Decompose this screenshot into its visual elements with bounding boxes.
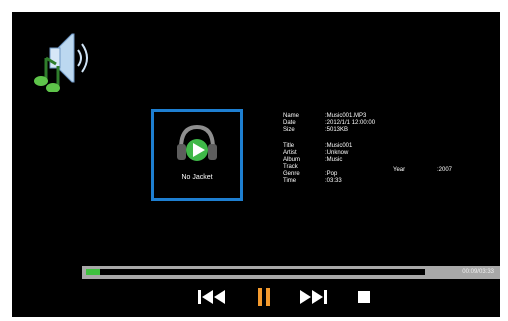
info-key-album: Album [283, 157, 301, 163]
previous-button[interactable] [196, 286, 230, 308]
info-value-artist: :Unknow [325, 150, 349, 156]
info-key-year: Year [393, 167, 406, 173]
info-value-name: :Music001.MP3 [325, 113, 367, 119]
next-button[interactable] [296, 286, 330, 308]
album-jacket: No Jacket [151, 109, 243, 201]
info-value-year: :2007 [437, 167, 453, 173]
progress-bar[interactable]: 00:09/03:33 [82, 266, 500, 279]
info-value-size: :5013KB [325, 127, 349, 133]
headphones-play-icon [177, 124, 217, 161]
info-key-title: Title [283, 143, 295, 149]
info-key-name: Name [283, 113, 300, 119]
pause-icon [258, 288, 270, 306]
info-value-album: :Music [325, 157, 343, 163]
info-key-time: Time [283, 178, 297, 184]
pause-button[interactable] [252, 286, 276, 308]
info-value-time: :03:33 [325, 178, 342, 184]
info-key-genre: Genre [283, 171, 300, 177]
skip-next-icon [300, 290, 327, 304]
info-value-genre: :Pop [325, 171, 338, 177]
progress-fill [86, 269, 100, 275]
info-key-date: Date [283, 120, 296, 126]
info-value-date: :2012/1/1 12:00:00 [325, 120, 376, 126]
skip-previous-icon [198, 290, 225, 304]
progress-track[interactable] [86, 269, 425, 275]
time-readout: 00:09/03:33 [462, 269, 494, 275]
music-speaker-icon [32, 28, 96, 93]
no-jacket-label: No Jacket [181, 174, 213, 181]
stop-button[interactable] [354, 286, 374, 308]
stop-icon [358, 291, 370, 303]
info-key-size: Size [283, 127, 295, 133]
info-key-artist: Artist [283, 150, 297, 156]
info-key-track: Track [283, 164, 298, 170]
media-player-screen: No Jacket Name :Music001.MP3 Date :2012/… [12, 12, 500, 317]
info-value-title: :Music001 [325, 143, 353, 149]
